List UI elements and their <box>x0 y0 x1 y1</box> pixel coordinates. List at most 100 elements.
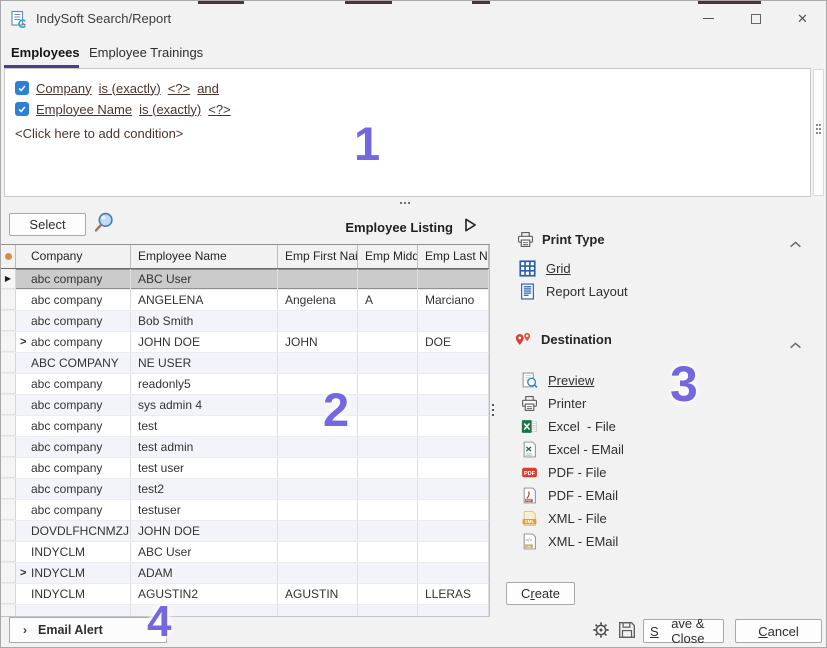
condition-panel-splitter[interactable] <box>813 69 824 196</box>
table-row[interactable]: DOVDLFHCNMZJBIJOHN DOE <box>1 521 489 542</box>
destination-option-xml-file[interactable]: XMLXML - File <box>521 507 624 530</box>
grid-cell-company[interactable]: abc company <box>16 416 131 436</box>
row-indicator[interactable] <box>1 542 16 562</box>
option-label[interactable]: Preview <box>548 373 594 388</box>
grid-cell-last[interactable] <box>418 458 489 478</box>
condition-checkbox[interactable] <box>15 102 29 116</box>
row-indicator[interactable] <box>1 311 16 331</box>
grid-cell-last[interactable]: LLERAS <box>418 584 489 604</box>
grid-cell-name[interactable]: ABC User <box>131 542 278 562</box>
chevron-up-icon[interactable] <box>789 337 802 346</box>
option-label[interactable]: Printer <box>548 396 586 411</box>
grid-cell-middle[interactable] <box>358 563 418 583</box>
grid-cell-company[interactable]: INDYCLM <box>16 584 131 604</box>
option-label[interactable]: Excel - EMail <box>548 442 624 457</box>
option-label[interactable]: PDF - File <box>548 465 607 480</box>
row-indicator[interactable] <box>1 374 16 394</box>
table-row[interactable]: abc companyreadonly5 <box>1 374 489 395</box>
grid-cell-first[interactable] <box>278 521 358 541</box>
option-label[interactable]: Grid <box>546 261 571 276</box>
condition-term[interactable]: is (exactly) <box>139 102 201 117</box>
grid-cell-first[interactable]: Angelena <box>278 290 358 310</box>
table-row[interactable]: abc companytest <box>1 416 489 437</box>
email-alert-expander[interactable]: › Email Alert <box>9 617 167 643</box>
destination-option-pdf-email[interactable]: PDFPDF - EMail <box>521 484 624 507</box>
row-indicator[interactable] <box>1 395 16 415</box>
option-label[interactable]: PDF - EMail <box>548 488 618 503</box>
grid-cell-last[interactable] <box>418 416 489 436</box>
grid-cell-last[interactable] <box>418 374 489 394</box>
grid-cell-company[interactable]: abc company <box>16 458 131 478</box>
row-indicator[interactable] <box>1 479 16 499</box>
table-row[interactable]: abc companysys admin 4 <box>1 395 489 416</box>
tab-employees[interactable]: Employees <box>11 45 80 60</box>
save-close-button[interactable]: Save & Close <box>643 619 724 643</box>
expand-row-icon[interactable]: > <box>20 563 26 583</box>
condition-term[interactable]: Employee Name <box>36 102 132 117</box>
chevron-up-icon[interactable] <box>789 236 802 245</box>
column-header-company[interactable]: Company <box>16 245 131 268</box>
grid-cell-name[interactable]: testuser <box>131 500 278 520</box>
grid-cell-first[interactable] <box>278 605 358 617</box>
splitter-grip[interactable] <box>816 124 818 126</box>
grid-cell-name[interactable]: test user <box>131 458 278 478</box>
grid-cell-name[interactable]: readonly5 <box>131 374 278 394</box>
option-label[interactable]: Excel - File <box>548 419 616 434</box>
grid-cell-middle[interactable] <box>358 605 418 617</box>
table-row[interactable]: abc companytestuser <box>1 500 489 521</box>
search-icon[interactable] <box>92 211 115 234</box>
condition-term[interactable]: Company <box>36 81 92 96</box>
table-row[interactable]: abc companytest2 <box>1 479 489 500</box>
row-indicator[interactable] <box>1 437 16 457</box>
grid-cell-name[interactable]: NE USER <box>131 353 278 373</box>
grid-cell-middle[interactable] <box>358 374 418 394</box>
option-label[interactable]: Report Layout <box>546 284 628 299</box>
grid-cell-first[interactable] <box>278 311 358 331</box>
grid-cell-first[interactable]: AGUSTIN <box>278 584 358 604</box>
grid-cell-company[interactable]: >abc company <box>16 332 131 352</box>
add-condition-link[interactable]: <Click here to add condition> <box>15 126 802 141</box>
create-button[interactable]: Create <box>506 582 575 605</box>
print-type-section-header[interactable]: Print Type <box>517 231 605 248</box>
grid-cell-middle[interactable] <box>358 521 418 541</box>
grid-cell-middle[interactable] <box>358 479 418 499</box>
grid-cell-middle[interactable] <box>358 332 418 352</box>
minimize-icon[interactable] <box>685 4 732 33</box>
grid-cell-first[interactable] <box>278 563 358 583</box>
grid-cell-first[interactable] <box>278 458 358 478</box>
grid-cell-middle[interactable] <box>358 416 418 436</box>
select-button[interactable]: Select <box>9 213 86 236</box>
grid-cell-last[interactable] <box>418 563 489 583</box>
grid-cell-last[interactable] <box>418 479 489 499</box>
row-indicator[interactable] <box>1 353 16 373</box>
vertical-splitter-grip[interactable] <box>492 404 494 406</box>
destination-option-printer[interactable]: Printer <box>521 392 624 415</box>
row-indicator[interactable] <box>1 521 16 541</box>
grid-cell-company[interactable]: INDYCLM <box>16 542 131 562</box>
destination-section-header[interactable]: Destination <box>513 332 612 347</box>
condition-term[interactable]: <?> <box>168 81 190 96</box>
grid-cell-last[interactable] <box>418 311 489 331</box>
table-row[interactable]: abc companyBob Smith <box>1 311 489 332</box>
grid-cell-company[interactable]: abc company <box>16 290 131 310</box>
grid-cell-name[interactable]: sys admin 4 <box>131 395 278 415</box>
grid-cell-name[interactable]: Bob Smith <box>131 311 278 331</box>
grid-cell-first[interactable] <box>278 353 358 373</box>
table-row[interactable]: abc companytest user <box>1 458 489 479</box>
close-icon[interactable]: ✕ <box>779 4 826 33</box>
grid-cell-name[interactable]: ANGELENA <box>131 290 278 310</box>
row-indicator[interactable] <box>1 605 16 617</box>
row-indicator[interactable] <box>1 563 16 583</box>
grid-cell-last[interactable]: Marciano <box>418 290 489 310</box>
grid-cell-first[interactable] <box>278 269 358 289</box>
grid-cell-company[interactable]: abc company <box>16 311 131 331</box>
table-row[interactable]: abc companyANGELENAAngelenaAMarciano <box>1 290 489 311</box>
destination-option-preview[interactable]: Preview <box>521 369 624 392</box>
table-row[interactable]: INDYCLMABC User <box>1 542 489 563</box>
row-indicator[interactable] <box>1 500 16 520</box>
grid-cell-middle[interactable] <box>358 395 418 415</box>
grid-cell-name[interactable]: test <box>131 416 278 436</box>
table-row[interactable]: ▶abc companyABC User <box>1 269 489 290</box>
grid-cell-middle[interactable] <box>358 500 418 520</box>
maximize-icon[interactable] <box>732 4 779 33</box>
